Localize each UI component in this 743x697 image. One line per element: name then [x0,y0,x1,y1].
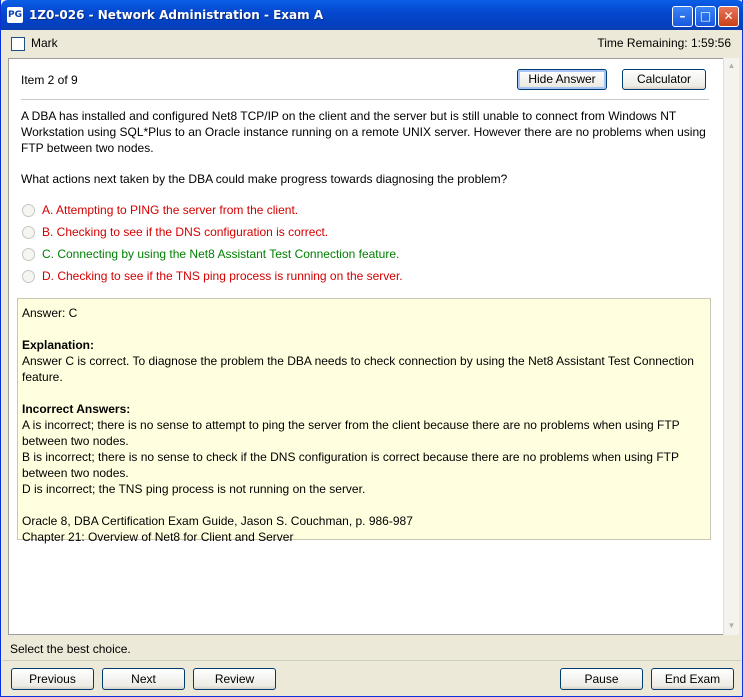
maximize-button[interactable]: □ [695,6,716,27]
radio-button[interactable] [22,204,35,217]
radio-button[interactable] [22,270,35,283]
option-label: B. Checking to see if the DNS configurat… [42,225,329,239]
incorrect-heading: Incorrect Answers: [22,402,131,416]
reference-chapter: Chapter 21: Overview of Net8 for Client … [22,530,294,544]
answer-line: Answer: C [22,306,78,320]
app-icon: PG [7,7,23,23]
exam-toolbar: Mark Time Remaining: 1:59:56 [2,30,741,57]
option-label: D. Checking to see if the TNS ping proce… [42,269,403,283]
question-prompt: What actions next taken by the DBA could… [21,172,508,186]
next-button[interactable]: Next [102,668,185,690]
navigation-bar: Previous Next Review Pause End Exam [2,660,741,697]
item-counter: Item 2 of 9 [21,73,78,87]
question-panel: Item 2 of 9 Hide Answer Calculator A DBA… [8,58,731,635]
question-text: A DBA has installed and configured Net8 … [21,109,706,155]
radio-button[interactable] [22,248,35,261]
incorrect-b: B is incorrect; there is no sense to che… [22,450,679,480]
radio-button[interactable] [22,226,35,239]
divider [21,99,709,100]
time-remaining: Time Remaining: 1:59:56 [597,36,731,50]
incorrect-d: D is incorrect; the TNS ping process is … [22,482,366,496]
answer-panel: Answer: C Explanation: Answer C is corre… [17,298,711,544]
explanation-text: Answer C is correct. To diagnose the pro… [22,354,694,384]
minimize-button[interactable]: – [672,6,693,27]
vertical-scrollbar[interactable]: ▲ ▼ [723,58,739,635]
window-title: 1Z0-026 - Network Administration - Exam … [29,8,324,22]
incorrect-a: A is incorrect; there is no sense to att… [22,418,680,448]
scroll-down-icon[interactable]: ▼ [725,619,738,633]
mark-label: Mark [31,36,58,50]
exam-window: PG 1Z0-026 - Network Administration - Ex… [0,0,743,697]
mark-checkbox[interactable] [11,37,25,51]
option-label: A. Attempting to PING the server from th… [42,203,299,217]
scroll-up-icon[interactable]: ▲ [725,59,738,73]
review-button[interactable]: Review [193,668,276,690]
end-exam-button[interactable]: End Exam [651,668,734,690]
calculator-button[interactable]: Calculator [622,69,706,90]
option-label: C. Connecting by using the Net8 Assistan… [42,247,400,261]
hide-answer-button[interactable]: Hide Answer [517,69,607,90]
close-button[interactable]: ✕ [718,6,739,27]
reference-book: Oracle 8, DBA Certification Exam Guide, … [22,514,413,528]
explanation-heading: Explanation: [22,338,95,352]
previous-button[interactable]: Previous [11,668,94,690]
status-text: Select the best choice. [10,642,131,656]
pause-button[interactable]: Pause [560,668,643,690]
title-bar[interactable]: PG 1Z0-026 - Network Administration - Ex… [1,0,743,30]
